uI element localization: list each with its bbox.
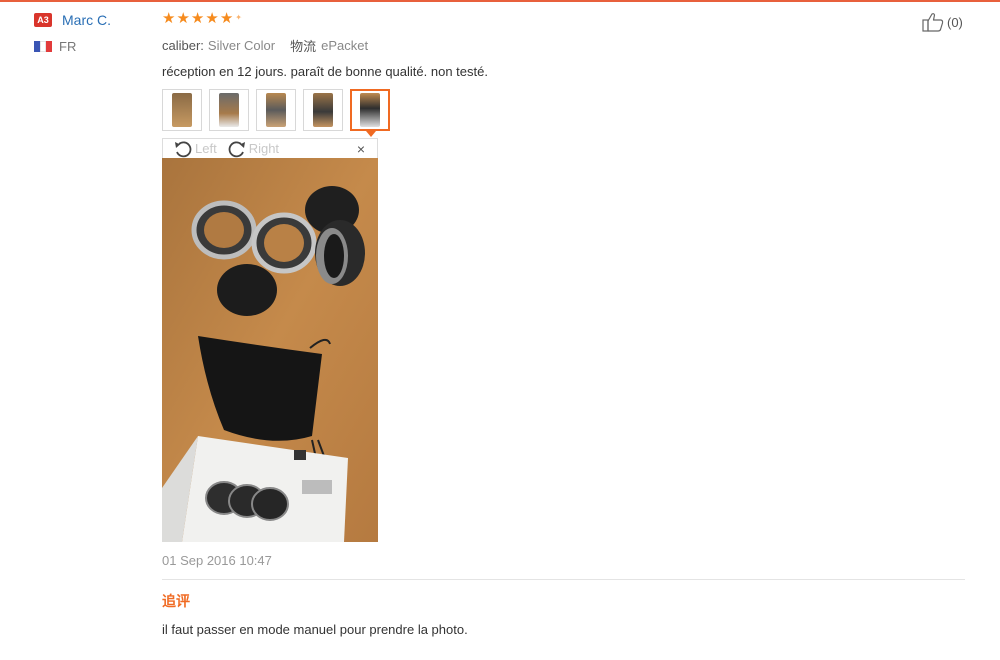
star-icon: ★ <box>190 10 205 27</box>
photo-thumbnails <box>162 89 965 137</box>
photo-viewer-toolbar: Left Right × <box>162 138 378 158</box>
close-viewer-button[interactable]: × <box>357 141 365 157</box>
rotate-left-button[interactable]: Left <box>173 140 217 158</box>
star-icon: ★ <box>205 10 219 27</box>
followup-title: 追评 <box>162 593 190 609</box>
rotate-left-label: Left <box>195 141 217 156</box>
rotate-right-icon <box>228 140 245 157</box>
attr-color-value: Silver Color <box>207 38 276 53</box>
rotate-left-icon <box>175 140 192 157</box>
photo-thumbnail[interactable] <box>256 89 296 131</box>
photo-thumbnail[interactable] <box>303 89 343 131</box>
star-icon: ★ <box>219 10 234 27</box>
photo-thumbnail[interactable] <box>162 89 202 131</box>
attr-logistics-value: ePacket <box>321 38 369 53</box>
star-icon: ★ <box>162 10 176 27</box>
reviewer-country: FR <box>59 39 77 54</box>
rotate-right-button[interactable]: Right <box>227 140 279 158</box>
star-sparkle-icon: ✦ <box>235 12 242 22</box>
review-date: 01 Sep 2016 10:47 <box>162 553 272 568</box>
divider <box>162 579 965 580</box>
followup-text: il faut passer en mode manuel pour prend… <box>162 622 468 637</box>
attr-logistics-key: 物流 <box>290 39 317 54</box>
attr-color-key: caliber: <box>162 38 204 53</box>
top-accent-line <box>0 0 1000 2</box>
reviewer-info: A3 Marc C. FR <box>34 12 111 54</box>
photo-viewer: Left Right × <box>162 138 378 542</box>
selected-indicator <box>366 131 376 137</box>
review-body: ★ ★ ★ ★ ★ ✦ caliber: Silver Color 物流 ePa… <box>162 11 965 637</box>
photo-thumbnail[interactable] <box>209 89 249 131</box>
reviewer-name[interactable]: Marc C. <box>62 12 111 28</box>
review-text: réception en 12 jours. paraît de bonne q… <box>162 64 488 79</box>
rotate-right-label: Right <box>248 141 280 156</box>
photo-thumbnail-active[interactable] <box>350 89 390 137</box>
star-rating: ★ ★ ★ ★ ★ ✦ <box>162 11 965 27</box>
level-badge: A3 <box>34 13 52 27</box>
review-photo <box>162 158 378 542</box>
france-flag-icon <box>34 41 52 52</box>
star-icon: ★ <box>176 10 190 27</box>
product-attributes: caliber: Silver Color 物流 ePacket <box>162 36 965 55</box>
